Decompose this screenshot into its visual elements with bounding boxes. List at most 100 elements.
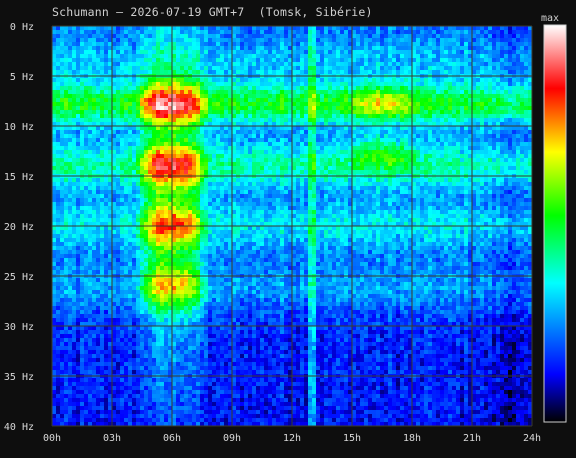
heat-cell xyxy=(136,390,141,395)
heat-cell xyxy=(124,138,129,143)
heat-cell xyxy=(140,182,145,187)
heat-cell xyxy=(112,390,117,395)
heat-cell xyxy=(144,358,149,363)
heat-cell xyxy=(148,282,153,287)
heat-cell xyxy=(144,206,149,211)
heat-cell xyxy=(60,382,65,387)
heat-cell xyxy=(96,86,101,91)
heat-cell xyxy=(200,282,205,287)
heat-cell xyxy=(120,242,125,247)
heat-cell xyxy=(208,106,213,111)
heat-cell xyxy=(144,38,149,43)
heat-cell xyxy=(88,198,93,203)
heat-cell xyxy=(72,110,77,115)
heat-cell xyxy=(184,346,189,351)
heat-cell xyxy=(100,158,105,163)
heat-cell xyxy=(92,266,97,271)
heat-cell xyxy=(200,138,205,143)
heat-cell xyxy=(160,38,165,43)
heat-cell xyxy=(248,382,253,387)
heat-cell xyxy=(60,254,65,259)
heat-cell xyxy=(128,66,133,71)
heat-cell xyxy=(100,142,105,147)
heat-cell xyxy=(248,338,253,343)
heat-cell xyxy=(124,282,129,287)
heat-cell xyxy=(88,30,93,35)
heat-cell xyxy=(128,190,133,195)
heat-cell xyxy=(188,366,193,371)
heat-cell xyxy=(240,146,245,151)
heat-cell xyxy=(232,242,237,247)
heat-cell xyxy=(140,278,145,283)
heat-cell xyxy=(52,98,57,103)
heat-cell xyxy=(72,378,77,383)
heat-cell xyxy=(140,158,145,163)
heat-cell xyxy=(240,102,245,107)
heat-cell xyxy=(144,198,149,203)
heat-cell xyxy=(156,258,161,263)
heat-cell xyxy=(184,210,189,215)
heat-cell xyxy=(96,118,101,123)
heat-cell xyxy=(96,182,101,187)
heat-cell xyxy=(204,90,209,95)
heat-cell xyxy=(200,62,205,67)
heat-cell xyxy=(164,266,169,271)
heat-cell xyxy=(72,38,77,43)
heat-cell xyxy=(152,262,157,267)
heat-cell xyxy=(72,182,77,187)
heat-cell xyxy=(212,406,217,411)
heat-cell xyxy=(76,150,81,155)
heat-cell xyxy=(128,226,133,231)
heat-cell xyxy=(72,330,77,335)
heat-cell xyxy=(72,42,77,47)
heat-cell xyxy=(136,370,141,375)
heat-cell xyxy=(200,262,205,267)
heat-cell xyxy=(116,258,121,263)
heat-cell xyxy=(232,234,237,239)
heat-cell xyxy=(68,294,73,299)
heat-cell xyxy=(80,158,85,163)
heat-cell xyxy=(60,134,65,139)
heat-cell xyxy=(92,182,97,187)
heat-cell xyxy=(124,54,129,59)
heat-cell xyxy=(204,310,209,315)
heat-cell xyxy=(220,138,225,143)
heat-cell xyxy=(156,182,161,187)
heat-cell xyxy=(56,178,61,183)
heat-cell xyxy=(116,234,121,239)
heat-cell xyxy=(88,90,93,95)
heat-cell xyxy=(212,410,217,415)
heat-cell xyxy=(148,50,153,55)
heat-cell xyxy=(176,226,181,231)
heat-cell xyxy=(180,78,185,83)
heat-cell xyxy=(136,70,141,75)
heat-cell xyxy=(92,390,97,395)
heat-cell xyxy=(220,386,225,391)
heat-cell xyxy=(120,110,125,115)
heat-cell xyxy=(196,410,201,415)
heat-cell xyxy=(84,54,89,59)
heat-cell xyxy=(76,54,81,59)
heat-cell xyxy=(80,314,85,319)
heat-cell xyxy=(112,250,117,255)
heat-cell xyxy=(176,310,181,315)
heat-cell xyxy=(104,106,109,111)
heat-cell xyxy=(120,190,125,195)
heat-cell xyxy=(116,26,121,31)
heat-cell xyxy=(56,254,61,259)
heat-cell xyxy=(204,78,209,83)
heat-cell xyxy=(52,330,57,335)
heat-cell xyxy=(60,246,65,251)
heat-cell xyxy=(128,98,133,103)
heat-cell xyxy=(128,30,133,35)
heat-cell xyxy=(124,334,129,339)
heat-cell xyxy=(96,66,101,71)
heat-cell xyxy=(112,246,117,251)
heat-cell xyxy=(140,226,145,231)
heat-cell xyxy=(244,302,249,307)
heat-cell xyxy=(84,234,89,239)
heat-cell xyxy=(164,206,169,211)
heat-cell xyxy=(76,266,81,271)
heat-cell xyxy=(124,330,129,335)
heat-cell xyxy=(52,54,57,59)
